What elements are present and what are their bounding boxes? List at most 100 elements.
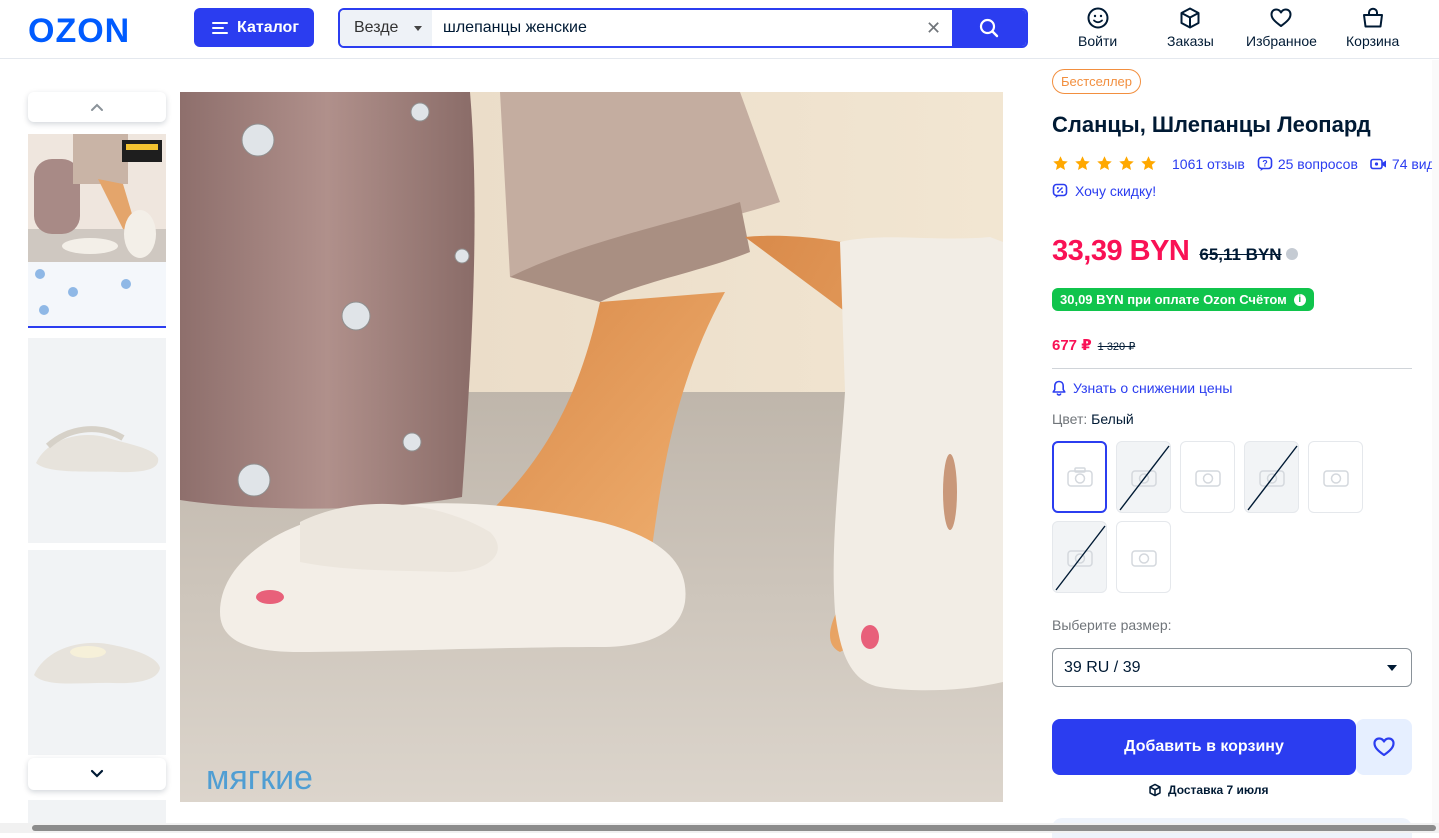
product-thumbnail-image bbox=[28, 134, 166, 326]
search-scope-value: Везде bbox=[354, 19, 399, 36]
questions-label: 25 вопросов bbox=[1277, 155, 1358, 172]
rating-stars[interactable] bbox=[1052, 155, 1162, 172]
product-thumbnail-image bbox=[28, 338, 166, 543]
videos-link[interactable]: 74 видео bbox=[1370, 156, 1439, 172]
info-icon: i bbox=[1293, 293, 1306, 306]
camera-icon bbox=[1130, 550, 1157, 567]
box-icon bbox=[1180, 7, 1200, 29]
clear-icon[interactable]: ✕ bbox=[926, 18, 941, 39]
color-swatch-unavailable[interactable] bbox=[1116, 441, 1171, 513]
ozon-logo[interactable]: OZON bbox=[28, 12, 130, 51]
search-scope-select[interactable]: Везде bbox=[340, 10, 432, 46]
add-to-favorites-button[interactable] bbox=[1356, 719, 1412, 775]
question-icon: ? bbox=[1257, 156, 1273, 171]
nav-login-label: Войти bbox=[1078, 33, 1118, 49]
unavailable-slash-icon bbox=[1119, 445, 1170, 511]
nav-login[interactable]: Войти bbox=[1078, 6, 1117, 49]
camera-icon bbox=[1066, 467, 1093, 487]
color-label-title: Цвет: bbox=[1052, 411, 1088, 427]
color-swatch[interactable] bbox=[1116, 521, 1171, 593]
star-icon bbox=[1119, 156, 1134, 170]
chevron-down-icon bbox=[90, 769, 104, 778]
delivery-label: Доставка 7 июля bbox=[1168, 783, 1269, 797]
add-to-cart-button[interactable]: Добавить в корзину bbox=[1052, 719, 1356, 775]
rub-current-price: 677 ₽ bbox=[1052, 337, 1092, 354]
rating-row: 1061 отзыв ? 25 вопросов 74 видео bbox=[1052, 155, 1439, 172]
size-select-value: 39 RU / 39 bbox=[1064, 658, 1141, 676]
nav-cart[interactable]: Корзина bbox=[1346, 6, 1399, 49]
unavailable-slash-icon bbox=[1247, 445, 1298, 511]
price-drop-notify-link[interactable]: Узнать о снижении цены bbox=[1052, 380, 1232, 396]
rub-old-price: 1 320 ₽ bbox=[1097, 341, 1136, 353]
search-bar: Везде ✕ bbox=[338, 8, 1028, 48]
size-select[interactable]: 39 RU / 39 bbox=[1052, 648, 1412, 687]
heart-icon bbox=[1373, 737, 1395, 757]
current-price: 33,39 BYN bbox=[1052, 235, 1190, 267]
rub-price-block: 677 ₽ 1 320 ₽ bbox=[1052, 336, 1135, 354]
color-swatch[interactable] bbox=[1308, 441, 1363, 513]
color-swatch[interactable] bbox=[1180, 441, 1235, 513]
reviews-link[interactable]: 1061 отзыв bbox=[1172, 156, 1245, 172]
nav-orders-label: Заказы bbox=[1167, 33, 1214, 49]
catalog-label: Каталог bbox=[237, 18, 299, 36]
want-discount-label: Хочу скидку! bbox=[1075, 183, 1157, 199]
thumbnail-2[interactable] bbox=[28, 338, 166, 543]
delivery-info: Доставка 7 июля bbox=[1148, 783, 1268, 797]
nav-cart-label: Корзина bbox=[1346, 33, 1400, 49]
horizontal-scrollbar[interactable] bbox=[0, 823, 1439, 833]
search-icon bbox=[979, 18, 999, 38]
nav-favorites-label: Избранное bbox=[1246, 33, 1317, 49]
ozon-card-price: 30,09 BYN при оплате Ozon Счётом bbox=[1060, 292, 1287, 307]
smile-icon bbox=[1087, 7, 1109, 29]
nav-orders[interactable]: Заказы bbox=[1167, 6, 1214, 49]
star-icon bbox=[1141, 156, 1156, 170]
camera-icon bbox=[1194, 470, 1221, 487]
product-main-image[interactable]: мягкие bbox=[180, 92, 1003, 802]
thumbnails-scroll-down-button[interactable] bbox=[28, 758, 166, 790]
menu-icon bbox=[212, 21, 228, 34]
search-button[interactable] bbox=[952, 10, 1026, 46]
chevron-up-icon bbox=[91, 103, 103, 111]
thumbnail-3[interactable] bbox=[28, 550, 166, 755]
color-swatch-unavailable[interactable] bbox=[1244, 441, 1299, 513]
star-icon bbox=[1053, 156, 1068, 170]
product-thumbnail-image bbox=[28, 550, 166, 755]
chevron-down-icon bbox=[414, 26, 422, 31]
star-icon bbox=[1075, 156, 1090, 170]
questions-link[interactable]: ? 25 вопросов bbox=[1257, 156, 1358, 172]
thumbnail-1[interactable] bbox=[28, 134, 166, 328]
price-drop-notify-label: Узнать о снижении цены bbox=[1073, 380, 1233, 396]
color-value: Белый bbox=[1091, 411, 1134, 427]
image-caption: мягкие bbox=[206, 759, 313, 797]
product-photo bbox=[180, 92, 1003, 802]
info-icon[interactable] bbox=[1285, 248, 1298, 260]
old-price: 65,11 BYN bbox=[1199, 245, 1282, 264]
product-title: Сланцы, Шлепанцы Леопард bbox=[1052, 112, 1371, 137]
thumbnail-list bbox=[28, 92, 166, 833]
color-label: Цвет: Белый bbox=[1052, 411, 1134, 427]
bestseller-badge: Бестселлер bbox=[1052, 69, 1141, 94]
video-icon bbox=[1370, 158, 1386, 169]
chevron-down-icon bbox=[1387, 665, 1397, 671]
unavailable-slash-icon bbox=[1055, 525, 1106, 591]
discount-icon bbox=[1052, 183, 1068, 198]
nav-favorites[interactable]: Избранное bbox=[1246, 6, 1317, 49]
basket-icon bbox=[1362, 7, 1383, 28]
box-icon bbox=[1149, 783, 1161, 797]
search-input[interactable] bbox=[432, 10, 912, 46]
vertical-scrollbar[interactable] bbox=[1432, 60, 1439, 823]
color-swatch-unavailable[interactable] bbox=[1052, 521, 1107, 593]
camera-icon bbox=[1322, 470, 1349, 487]
ozon-card-price-badge[interactable]: 30,09 BYN при оплате Ozon Счётом i bbox=[1052, 288, 1314, 311]
size-label: Выберите размер: bbox=[1052, 617, 1172, 633]
scrollbar-thumb[interactable] bbox=[32, 825, 1436, 831]
price-block: 33,39 BYN 65,11 BYN bbox=[1052, 235, 1298, 268]
star-icon bbox=[1097, 156, 1112, 170]
thumbnails-scroll-up-button[interactable] bbox=[28, 92, 166, 122]
want-discount-link[interactable]: Хочу скидку! bbox=[1052, 183, 1156, 199]
svg-text:?: ? bbox=[1262, 158, 1268, 168]
catalog-button[interactable]: Каталог bbox=[194, 8, 314, 47]
heart-icon bbox=[1270, 8, 1292, 27]
color-swatch[interactable] bbox=[1052, 441, 1107, 513]
header: OZON Каталог Везде ✕ Войти bbox=[0, 0, 1439, 59]
